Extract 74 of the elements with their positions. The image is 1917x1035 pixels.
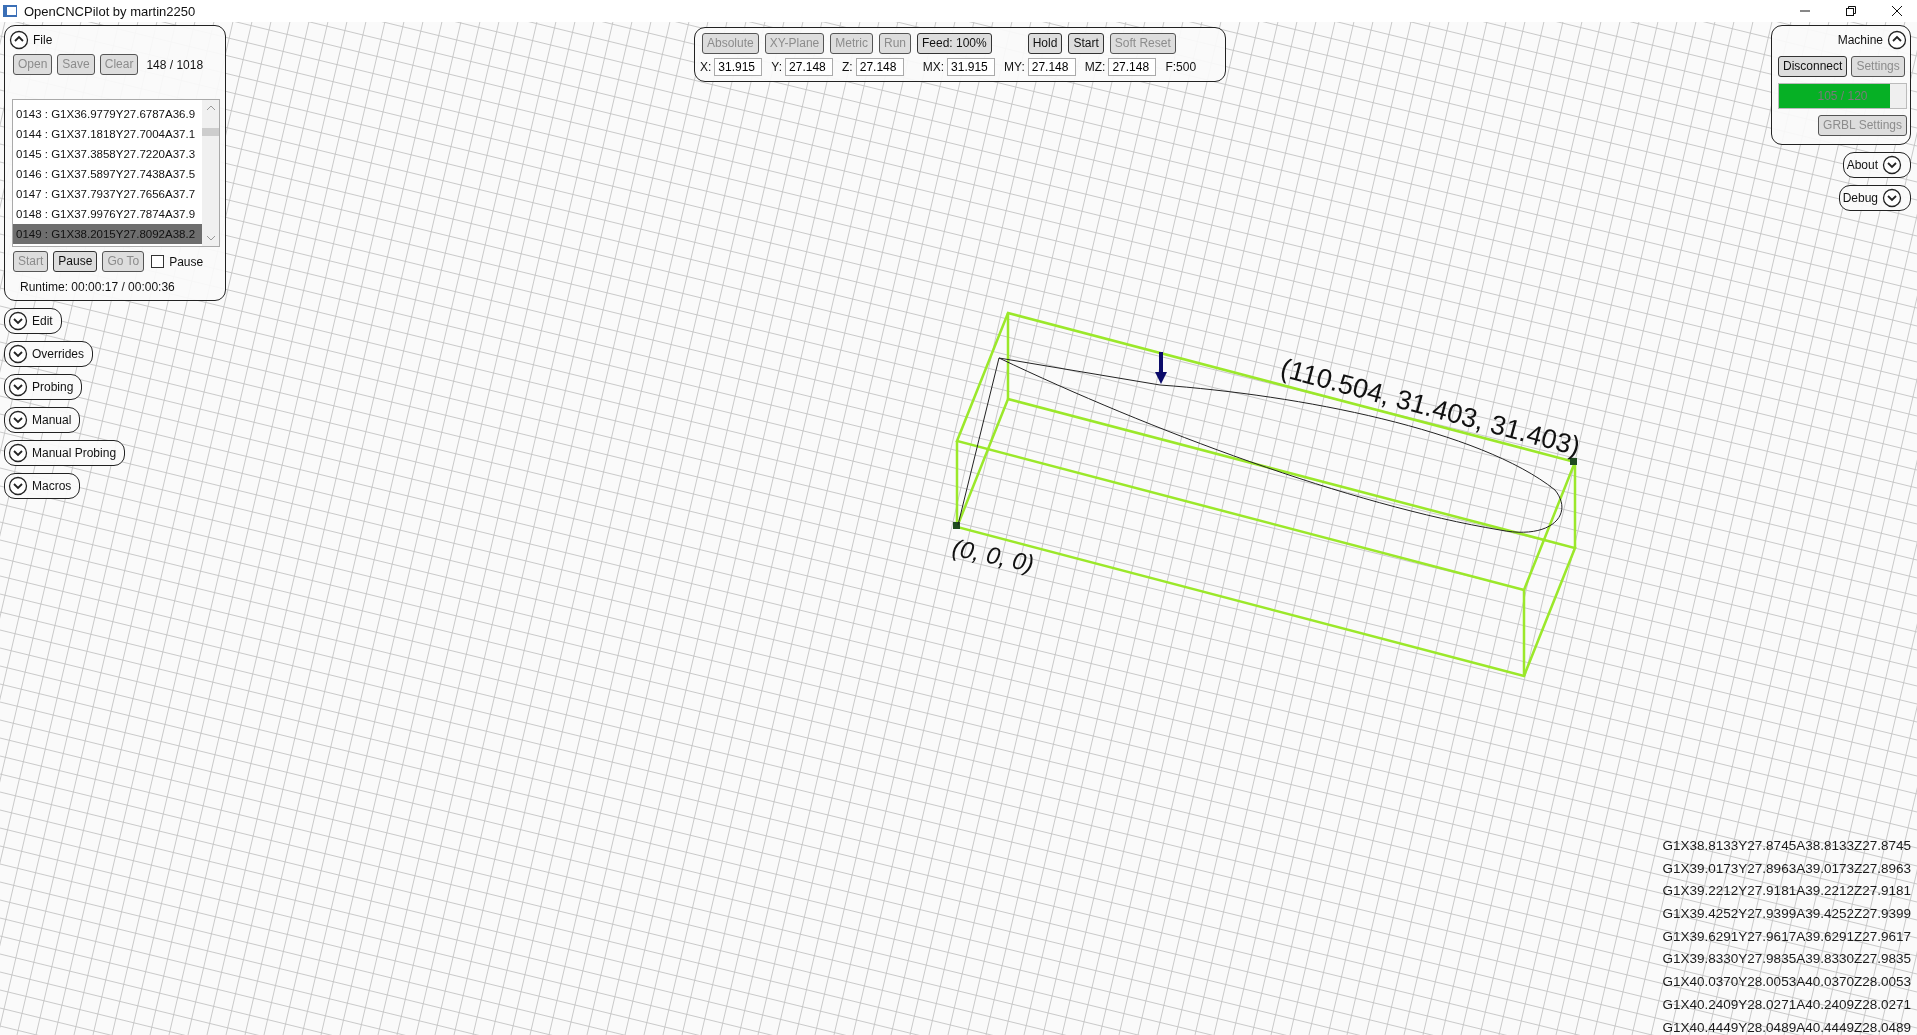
collapsed-panel[interactable]: Macros	[4, 473, 81, 499]
panel-title: Debug	[1842, 191, 1878, 205]
console-line: G1X40.2409Y28.0271A40.2409Z28.0271	[1662, 995, 1911, 1014]
code-line[interactable]: 0144 : G1X37.1818Y27.7004A37.1	[13, 124, 202, 144]
panel-title: Manual Probing	[32, 446, 117, 460]
panel-title: About	[1846, 158, 1878, 172]
panel-title: Macros	[32, 479, 72, 493]
console-line: G1X39.2212Y27.9181A39.2212Z27.9181	[1662, 882, 1911, 901]
chevron-icon[interactable]	[8, 311, 28, 331]
collapsed-panel[interactable]: Manual Probing	[4, 440, 126, 466]
chevron-icon[interactable]	[8, 344, 28, 364]
console-line: G1X39.6291Y27.9617A39.6291Z27.9617	[1662, 927, 1911, 946]
chevron-icon[interactable]	[8, 443, 28, 463]
field-label: MX:	[922, 60, 945, 74]
field-label: Y:	[771, 60, 783, 74]
chevron-icon[interactable]	[1882, 155, 1902, 175]
collapsed-panel[interactable]: Edit	[4, 308, 62, 334]
console-line: G1X39.4252Y27.9399A39.4252Z27.9399	[1662, 905, 1911, 924]
code-line[interactable]: 0145 : G1X37.3858Y27.7220A37.3	[13, 144, 202, 164]
scrollbar[interactable]	[202, 100, 219, 246]
toolbar-button[interactable]: Feed: 100%	[917, 33, 992, 54]
collapsed-panel[interactable]: Manual	[4, 407, 81, 433]
panel-title: Machine	[1837, 33, 1883, 47]
panel-title: Edit	[32, 314, 53, 328]
chevron-icon[interactable]	[9, 30, 29, 50]
coordinate-field[interactable]: 27.148	[1027, 58, 1076, 76]
program-button[interactable]: Pause	[53, 251, 98, 272]
origin-label: (0, 0, 0)	[949, 533, 1037, 578]
field-label: MZ:	[1084, 60, 1106, 74]
coordinate-field[interactable]: 31.915	[714, 58, 763, 76]
console-line: G1X38.8133Y27.8745A38.8133Z27.8745	[1662, 837, 1911, 855]
field-label: X:	[700, 60, 712, 74]
buffer-reading: 105 / 120	[1817, 89, 1868, 103]
coordinate-field[interactable]: 31.915	[947, 58, 996, 76]
collapsed-panel[interactable]: Overrides	[4, 341, 93, 367]
chevron-icon[interactable]	[8, 377, 28, 397]
collapsed-panel[interactable]: About	[1842, 152, 1911, 178]
panel-title: Overrides	[32, 347, 84, 361]
tool-arrow-icon	[1155, 352, 1167, 384]
window-title: OpenCNCPilot by martin2250	[24, 3, 196, 19]
panel-title: File	[33, 33, 53, 47]
console-line: G1X39.8330Y27.9835A39.8330Z27.9835	[1662, 950, 1911, 969]
code-line[interactable]: 0143 : G1X36.9779Y27.6787A36.9	[13, 104, 202, 124]
app-icon	[3, 5, 17, 17]
chevron-icon[interactable]	[8, 410, 28, 430]
chevron-icon[interactable]	[8, 476, 28, 496]
scroll-thumb[interactable]	[202, 128, 219, 136]
console-line: G1X40.0370Y28.0053A40.0370Z28.0053	[1662, 973, 1911, 992]
code-line[interactable]: 0147 : G1X37.7937Y27.7656A37.7	[13, 184, 202, 204]
toolbar-button[interactable]: Hold	[1027, 33, 1063, 54]
chevron-icon[interactable]	[1882, 188, 1902, 208]
code-line[interactable]: 0148 : G1X37.9976Y27.7874A37.9	[13, 204, 202, 224]
chevron-icon[interactable]	[1887, 30, 1907, 50]
console-line: G1X39.0173Y27.8963A39.0173Z27.8963	[1662, 859, 1911, 878]
runtime-text: Runtime: 00:00:17 / 00:00:36	[19, 279, 176, 294]
collapsed-panel[interactable]: Probing	[4, 374, 83, 400]
restore-icon[interactable]	[1845, 5, 1857, 17]
feed-rate: F:500	[1165, 60, 1197, 74]
coordinate-field[interactable]: 27.148	[1108, 58, 1157, 76]
panel-title: Manual	[32, 413, 72, 427]
toolbar-button[interactable]: Start	[1068, 33, 1104, 54]
checkbox-label: Pause	[169, 254, 204, 269]
checkbox[interactable]	[151, 255, 165, 268]
code-line[interactable]: 0146 : G1X37.5897Y27.7438A37.5	[13, 164, 202, 184]
coordinate-field[interactable]: 27.148	[855, 58, 904, 76]
coordinate-field[interactable]: 27.148	[785, 58, 834, 76]
panel-title: Probing	[32, 380, 74, 394]
field-label: MY:	[1004, 60, 1025, 74]
machine-button[interactable]: Disconnect	[1778, 56, 1848, 77]
close-icon[interactable]	[1891, 5, 1903, 17]
line-count: 148 / 1018	[146, 57, 204, 72]
collapsed-panel[interactable]: Debug	[1838, 185, 1911, 211]
console-line: G1X40.4449Y28.0489A40.4449Z28.0489	[1662, 1018, 1911, 1035]
field-label: Z:	[842, 60, 853, 74]
